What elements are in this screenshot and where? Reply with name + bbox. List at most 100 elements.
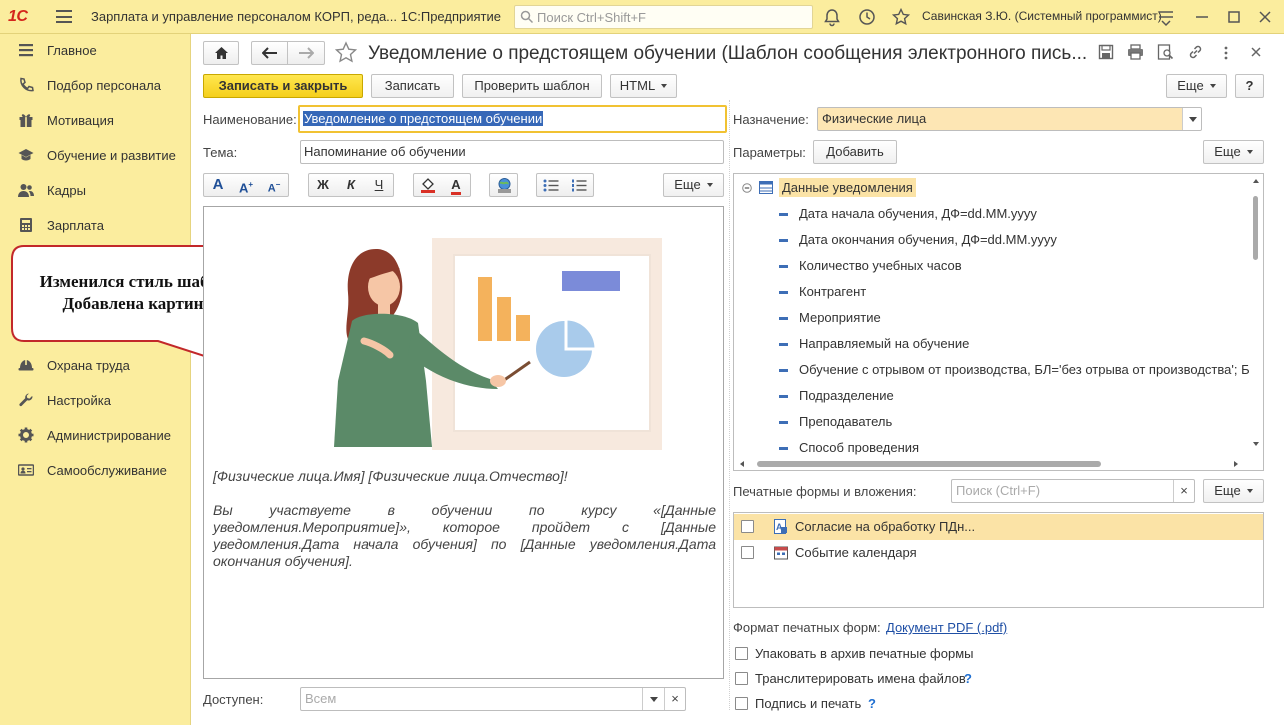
bulleted-list-button[interactable] (537, 174, 565, 196)
help-button[interactable]: ? (1235, 74, 1264, 98)
add-parameter-button[interactable]: Добавить (813, 140, 897, 164)
settings-menu-icon[interactable] (1156, 7, 1176, 27)
params-more-button[interactable]: Еще (1203, 140, 1264, 164)
name-label: Наименование: (203, 112, 297, 127)
tree-item[interactable]: Подразделение (734, 383, 1249, 409)
insert-image-button[interactable] (489, 173, 518, 197)
sidebar-item-main[interactable]: Главное (0, 35, 191, 65)
list-item[interactable]: A Согласие на обработку ПДн... (734, 514, 1263, 540)
search-icon (520, 10, 534, 24)
check-template-button[interactable]: Проверить шаблон (462, 74, 602, 98)
sidebar-item-setup[interactable]: Настройка (0, 385, 191, 415)
format-link[interactable]: Документ PDF (.pdf) (886, 620, 1007, 635)
help-question-icon[interactable]: ? (964, 671, 972, 686)
help-question-icon[interactable]: ? (868, 696, 876, 711)
back-button[interactable] (252, 42, 288, 64)
background-color-button[interactable] (414, 174, 442, 196)
editor-more-button[interactable]: Еще (663, 173, 724, 197)
parameters-tree[interactable]: Данные уведомления Дата начала обучения,… (733, 173, 1264, 471)
print-icon[interactable] (1127, 44, 1144, 60)
horizontal-scrollbar[interactable] (734, 457, 1249, 470)
more-actions-icon[interactable] (1218, 45, 1234, 61)
font-button[interactable]: A (204, 174, 232, 196)
html-format-dropdown[interactable]: HTML (610, 74, 677, 98)
sidebar-item-personnel[interactable]: Кадры (0, 175, 191, 205)
tree-item[interactable]: Направляемый на обучение (734, 331, 1249, 357)
html-editor[interactable]: [Физические лица.Имя] [Физические лица.О… (203, 206, 724, 679)
scroll-up-icon[interactable] (1253, 179, 1259, 183)
sign-stamp-checkbox[interactable] (735, 697, 748, 710)
archive-checkbox[interactable] (735, 647, 748, 660)
tree-item[interactable]: Дата начала обучения, ДФ=dd.MM.yyyy (734, 201, 1249, 227)
sidebar-item-salary[interactable]: Зарплата (0, 210, 191, 240)
link-icon[interactable] (1187, 44, 1204, 60)
panel-splitter[interactable] (729, 100, 730, 710)
underline-button[interactable]: Ч (365, 174, 393, 196)
print-more-button[interactable]: Еще (1203, 479, 1264, 503)
vertical-scrollbar[interactable] (1249, 174, 1263, 456)
bell-icon[interactable] (822, 7, 842, 27)
transliterate-checkbox[interactable] (735, 672, 748, 685)
tree-item[interactable]: Количество учебных часов (734, 253, 1249, 279)
main-menu-icon[interactable] (56, 10, 72, 23)
clear-icon[interactable]: × (1173, 480, 1194, 502)
collapse-icon[interactable] (742, 183, 752, 193)
print-forms-list[interactable]: A Согласие на обработку ПДн... Событие к… (733, 512, 1264, 608)
subject-field[interactable]: Напоминание об обучении (300, 140, 724, 164)
home-button[interactable] (203, 41, 239, 65)
text-color-button[interactable]: A (442, 174, 470, 196)
scroll-right-icon[interactable] (1234, 461, 1238, 467)
available-dropdown-button[interactable] (642, 688, 664, 710)
more-button[interactable]: Еще (1166, 74, 1227, 98)
tree-item[interactable]: Дата окончания обучения, ДФ=dd.MM.yyyy (734, 227, 1249, 253)
scroll-down-icon[interactable] (1253, 442, 1259, 446)
forward-button[interactable] (288, 42, 324, 64)
purpose-field[interactable]: Физические лица (817, 107, 1202, 131)
history-icon[interactable] (857, 7, 877, 27)
close-window-icon[interactable] (1255, 7, 1275, 27)
italic-button[interactable]: К (337, 174, 365, 196)
tree-item[interactable]: Преподаватель (734, 409, 1249, 435)
tree-root-label: Данные уведомления (779, 178, 916, 197)
save-icon[interactable] (1098, 44, 1114, 60)
user-name[interactable]: Савинская З.Ю. (Системный программист) (922, 9, 1162, 23)
save-button[interactable]: Записать (371, 74, 454, 98)
sidebar-item-motivation[interactable]: Мотивация (0, 105, 191, 135)
form-title: Уведомление о предстоящем обучении (Шабл… (368, 43, 1088, 64)
minimize-icon[interactable] (1192, 7, 1212, 27)
print-form-checkbox[interactable] (741, 546, 754, 559)
list-item[interactable]: Событие календаря (734, 540, 1263, 566)
save-and-close-button[interactable]: Записать и закрыть (203, 74, 363, 98)
purpose-dropdown-button[interactable] (1182, 108, 1201, 130)
sidebar-item-administration[interactable]: Администрирование (0, 420, 191, 450)
tree-root[interactable]: Данные уведомления (734, 175, 1249, 201)
font-shrink-button[interactable]: A− (260, 174, 288, 196)
sidebar-item-training[interactable]: Обучение и развитие (0, 140, 191, 170)
favorite-star-icon[interactable] (334, 41, 358, 64)
global-search[interactable] (514, 5, 813, 29)
print-search-field[interactable]: Поиск (Ctrl+F) × (951, 479, 1195, 503)
available-field[interactable]: Всем × (300, 687, 686, 711)
scroll-left-icon[interactable] (740, 461, 744, 467)
font-grow-button[interactable]: A+ (232, 174, 260, 196)
sidebar-item-recruitment[interactable]: Подбор персонала (0, 70, 191, 100)
tree-item-label: Дата окончания обучения, ДФ=dd.MM.yyyy (799, 232, 1057, 247)
print-form-checkbox[interactable] (741, 520, 754, 533)
scroll-thumb[interactable] (757, 461, 1101, 467)
name-field[interactable]: Уведомление о предстоящем обучении (298, 105, 727, 133)
tree-item[interactable]: Обучение с отрывом от производства, БЛ='… (734, 357, 1249, 383)
preview-icon[interactable] (1157, 44, 1174, 60)
editor-more-label: Еще (674, 177, 701, 192)
format-label: Формат печатных форм: (733, 620, 881, 635)
search-input[interactable] (537, 8, 807, 26)
scroll-thumb[interactable] (1253, 196, 1258, 260)
maximize-icon[interactable] (1224, 7, 1244, 27)
numbered-list-button[interactable] (565, 174, 593, 196)
tree-item[interactable]: Мероприятие (734, 305, 1249, 331)
tree-item[interactable]: Контрагент (734, 279, 1249, 305)
bold-button[interactable]: Ж (309, 174, 337, 196)
close-form-icon[interactable] (1250, 46, 1262, 58)
clear-icon[interactable]: × (664, 688, 685, 710)
sidebar-item-self-service[interactable]: Самообслуживание (0, 455, 191, 485)
favorites-star-icon[interactable] (891, 7, 911, 27)
